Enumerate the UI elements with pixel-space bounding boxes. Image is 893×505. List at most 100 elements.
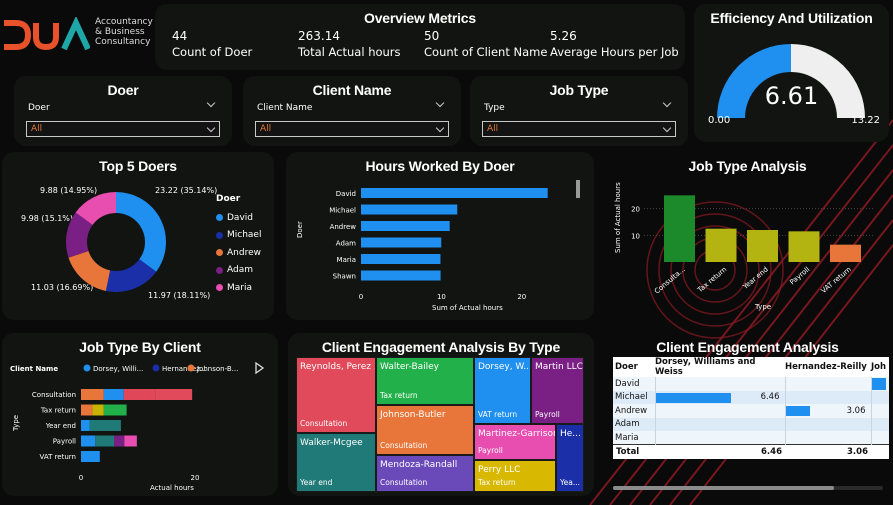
col-header-johnson[interactable]: Joh — [871, 357, 889, 377]
bar-andrew[interactable] — [361, 221, 450, 231]
bar-michael[interactable] — [361, 204, 458, 215]
xtick: Tax return — [695, 265, 728, 294]
tile-job-type: Consultation — [380, 441, 428, 450]
ytick-maria: Maria — [337, 256, 356, 264]
stack-segment[interactable] — [81, 404, 93, 416]
col-header-hernandez[interactable]: Hernandez-Reilly — [785, 357, 871, 377]
stack-segment[interactable] — [89, 420, 121, 431]
job-type-by-client-card: Job Type By Client Client Name Dorsey, W… — [2, 333, 278, 496]
gauge-min: 0.00 — [708, 115, 731, 126]
legend-marker — [216, 214, 223, 222]
tile-job-type: Payroll — [478, 446, 503, 455]
legend-item-adam[interactable]: Adam — [216, 262, 261, 280]
treemap-tile[interactable]: Dorsey, W... VAT return — [474, 357, 531, 424]
bar-vatreturn[interactable] — [830, 244, 861, 262]
table-cell — [871, 431, 889, 445]
stack-segment[interactable] — [81, 451, 100, 462]
slicer-client-field: Client Name — [257, 103, 313, 113]
stack-segment[interactable] — [124, 435, 137, 447]
top5-doers-card: Top 5 Doers 23.22 (35.14%) 11.97 (18.11%… — [2, 152, 274, 320]
stack-segment[interactable] — [123, 389, 156, 400]
stack-segment[interactable] — [81, 435, 96, 447]
legend-item-andrew[interactable]: Andrew — [216, 244, 261, 262]
chevron-down-icon — [206, 123, 216, 133]
slicer-doer[interactable]: Doer Doer All — [14, 76, 232, 146]
table-row[interactable]: David — [613, 377, 889, 391]
bar-adam[interactable] — [361, 237, 442, 248]
stack-segment[interactable] — [103, 389, 124, 400]
legend-item-david[interactable]: David — [216, 209, 261, 227]
table-row[interactable]: Maria — [613, 431, 889, 445]
slicer-doer-dropdown[interactable]: All — [26, 121, 220, 137]
slicer-client-name[interactable]: Client Name Client Name All — [243, 76, 461, 146]
job-type-analysis-card: Job Type Analysis Sum of Actual hours Ty… — [604, 152, 891, 320]
bar-payroll[interactable] — [788, 231, 820, 262]
slicer-client-dropdown[interactable]: All — [255, 121, 449, 137]
stack-segment[interactable] — [114, 435, 125, 447]
hours-by-doer-chart[interactable]: Doer Sum of Actual hours David Michael And… — [286, 152, 594, 320]
bar-consulta[interactable] — [664, 195, 695, 262]
chevron-down-icon[interactable] — [662, 98, 672, 108]
horizontal-scrollbar[interactable] — [613, 486, 883, 490]
treemap-tile[interactable]: Johnson-Butler Consultation — [376, 405, 474, 455]
table-total-row: Total 6.46 3.06 — [613, 444, 889, 459]
engagement-table[interactable]: Doer Dorsey, Williams and Weiss Hernande… — [613, 357, 889, 459]
legend-item-michael[interactable]: Michael — [216, 227, 261, 245]
bar-david[interactable] — [361, 188, 548, 198]
job-type-analysis-chart[interactable]: Sum of Actual hours Type 10 20 Consulta...… — [604, 152, 891, 320]
table-cell: Adam — [613, 417, 656, 431]
chevron-down-icon[interactable] — [206, 98, 216, 108]
stack-segment[interactable] — [95, 435, 115, 447]
table-cell: 3.06 — [785, 404, 872, 418]
legend-marker-dorsey — [83, 364, 91, 372]
client-engagement-treemap[interactable]: Reynolds, Perez ... Consultation Walter-Ba… — [296, 357, 584, 492]
slicer-jobtype-dropdown[interactable]: All — [482, 121, 676, 137]
col-header-doer[interactable]: Doer — [613, 357, 655, 377]
xtick: Consulta... — [653, 265, 687, 295]
legend-item-maria[interactable]: Maria — [216, 279, 261, 297]
ytick-payroll: Payroll — [53, 438, 76, 446]
stack-segment[interactable] — [103, 404, 127, 416]
stack-legend-3: Johnson-B... — [196, 365, 238, 373]
brand-logo: Accountancy & Business Consultancy — [2, 14, 153, 54]
treemap-tile[interactable]: Walter-Bailey Tax return — [376, 357, 474, 405]
xtick: 20 — [517, 293, 526, 301]
stack-segment[interactable] — [92, 404, 104, 416]
stack-segment[interactable] — [81, 389, 104, 400]
legend-next-icon[interactable] — [255, 361, 265, 375]
treemap-tile[interactable]: Mendoza-Randall Consultation — [376, 455, 474, 492]
stack-segment[interactable] — [81, 420, 90, 431]
treemap-tile[interactable]: He... Yea... — [556, 424, 584, 492]
legend-marker-johnson — [187, 364, 195, 372]
table-cell — [655, 377, 786, 391]
table-cell — [871, 404, 889, 418]
table-cell: David — [613, 377, 656, 391]
table-row[interactable]: Adam — [613, 417, 889, 431]
legend-marker — [216, 284, 223, 292]
col-header-dorsey[interactable]: Dorsey, Williams and Weiss — [655, 357, 785, 377]
bar-yearend[interactable] — [747, 230, 778, 262]
treemap-tile[interactable]: Perry LLC Tax return — [474, 460, 556, 492]
xtick: VAT return — [820, 265, 853, 295]
legend-label: Michael — [227, 230, 262, 241]
stack-segment[interactable] — [155, 389, 193, 400]
treemap-tile[interactable]: Reynolds, Perez ... Consultation — [296, 357, 376, 433]
treemap-tile[interactable]: Martinez-Garrison Payroll — [474, 424, 556, 460]
job-type-by-client-chart[interactable]: Client Name Dorsey, Willi... Hernandez..… — [2, 333, 278, 496]
scrollbar[interactable] — [576, 180, 580, 198]
treemap-tile[interactable]: Martin LLC Payroll — [531, 357, 584, 424]
stack-ylabel: Type — [12, 415, 20, 432]
treemap-tile[interactable]: Walker-Mcgee Year end — [296, 433, 376, 492]
bar-maria[interactable] — [361, 254, 441, 264]
legend-label: Maria — [227, 282, 252, 293]
bar-shawn[interactable] — [361, 270, 441, 281]
table-row[interactable]: Michael 6.46 — [613, 390, 889, 404]
ytick-shawn: Shawn — [333, 273, 356, 281]
tile-job-type: Year end — [300, 478, 333, 487]
bar-taxreturn[interactable] — [705, 228, 737, 262]
chevron-down-icon[interactable] — [435, 98, 445, 108]
tile-client-name: Walter-Bailey — [380, 362, 440, 372]
donut-slice-david[interactable] — [116, 192, 166, 272]
slicer-job-type[interactable]: Job Type Type All — [470, 76, 688, 146]
table-row[interactable]: Andrew 3.06 — [613, 404, 889, 418]
